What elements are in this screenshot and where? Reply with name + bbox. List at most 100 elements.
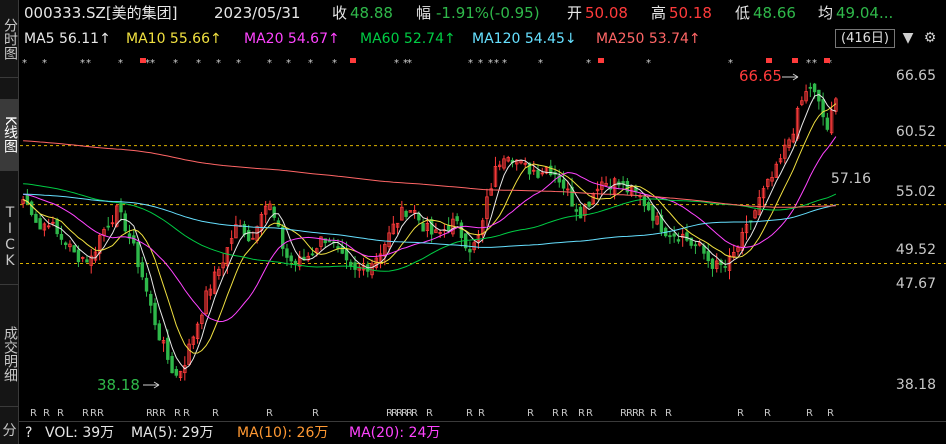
flag-marker	[824, 58, 830, 63]
candle-body	[119, 203, 123, 213]
candle-body	[574, 209, 579, 212]
r-marker: R	[806, 408, 813, 419]
star-marker: *	[407, 58, 412, 69]
price-axis-label: 38.18	[895, 377, 936, 393]
r-marker: R	[552, 408, 559, 419]
price-axis-label: 60.52	[895, 124, 936, 140]
candle-body	[404, 210, 408, 217]
candle-body	[38, 218, 42, 230]
candle-body	[174, 368, 179, 376]
star-marker: *	[118, 58, 123, 69]
star-marker: *	[196, 58, 201, 69]
candle-body	[153, 302, 157, 326]
candle-body	[710, 258, 715, 269]
star-marker: *	[286, 58, 291, 69]
r-marker: R	[638, 408, 645, 419]
candle-body	[536, 169, 540, 178]
price-axis-label: 47.67	[895, 276, 936, 292]
candle-body	[693, 244, 698, 247]
star-marker: *	[22, 58, 27, 69]
help-icon[interactable]: ?	[25, 422, 32, 444]
candle-body	[578, 206, 583, 219]
candle-body	[676, 239, 681, 242]
candle-body	[123, 213, 127, 232]
high-price-annotation: 66.65	[739, 67, 782, 85]
star-marker: *	[538, 58, 543, 69]
r-marker: R	[561, 408, 568, 419]
r-marker: R	[266, 408, 273, 419]
candle-body	[825, 117, 830, 130]
star-marker: *	[308, 58, 313, 69]
candle-body	[157, 323, 161, 341]
candle-body	[459, 222, 464, 238]
star-marker: *	[42, 58, 47, 69]
candle-body	[723, 266, 727, 268]
candle-body	[285, 248, 289, 258]
candle-body	[353, 262, 357, 270]
vol-value: VOL: 39万	[45, 425, 115, 441]
vol-ma10: MA(10): 26万	[237, 425, 329, 441]
price-axis-label: 55.02	[895, 184, 936, 200]
flag-marker	[598, 58, 604, 63]
moving-averages	[22, 93, 837, 370]
candle-body	[246, 230, 251, 242]
flag-marker	[350, 58, 356, 63]
r-marker: R	[159, 408, 166, 419]
star-marker: *	[812, 58, 817, 69]
star-marker: *	[502, 58, 507, 69]
volume-legend: ? VOL: 39万 MA(5): 29万 MA(10): 26万 MA(20)…	[19, 421, 946, 444]
star-marker: *	[806, 58, 811, 69]
candle-body	[106, 225, 110, 228]
price-axis-label: 49.52	[895, 242, 936, 258]
flag-marker	[792, 58, 798, 63]
price-axis-label: 57.16	[830, 171, 871, 187]
star-marker: *	[494, 58, 499, 69]
star-marker: *	[728, 58, 733, 69]
candle-body	[170, 355, 174, 374]
r-marker: R	[411, 408, 418, 419]
r-marker: R	[527, 408, 534, 419]
r-marker: R	[57, 408, 64, 419]
vol-ma5: MA(5): 29万	[131, 425, 214, 441]
candle-body	[587, 201, 591, 207]
candle-body	[621, 181, 625, 185]
candle-body	[668, 235, 672, 238]
candle-body	[340, 246, 344, 254]
candle-body	[310, 253, 315, 256]
candle-body	[59, 234, 64, 240]
price-axis-label: 66.65	[895, 68, 936, 84]
candle-body	[349, 261, 353, 267]
r-marker: R	[827, 408, 834, 419]
r-marker: R	[586, 408, 593, 419]
kline-chart[interactable]: * * * * * * * * * * * * * * * * * * * * * * * * * * * * * * RRRRRRRRR…	[0, 0, 946, 444]
r-marker: R	[764, 408, 771, 419]
r-marker: R	[650, 408, 657, 419]
candle-body	[821, 99, 825, 118]
ma20-line	[23, 136, 837, 323]
star-marker: *	[267, 58, 272, 69]
candle-body	[561, 179, 566, 189]
candle-body	[289, 255, 293, 262]
candle-body	[646, 202, 651, 211]
star-marker: *	[80, 58, 85, 69]
r-marker: R	[183, 408, 190, 419]
r-marker: R	[426, 408, 433, 419]
vol-ma20: MA(20): 24万	[349, 425, 441, 441]
star-marker: *	[468, 58, 473, 69]
r-marker: R	[174, 408, 181, 419]
r-marker: R	[90, 408, 97, 419]
star-marker: *	[586, 58, 591, 69]
candle-body	[429, 219, 434, 235]
candle-body	[166, 337, 170, 360]
star-marker: *	[150, 58, 155, 69]
ma10-line	[22, 103, 837, 354]
r-marker: R	[665, 408, 672, 419]
candle-body	[327, 240, 332, 243]
candle-body	[272, 206, 276, 218]
candle-body	[685, 232, 689, 241]
candle-body	[85, 259, 89, 263]
event-markers: * * * * * * * * * * * * * * * * * * * * * * * * * * * * * *	[22, 58, 832, 69]
candle-body	[76, 249, 81, 263]
price-annotations	[143, 73, 799, 389]
candle-body	[808, 86, 813, 89]
